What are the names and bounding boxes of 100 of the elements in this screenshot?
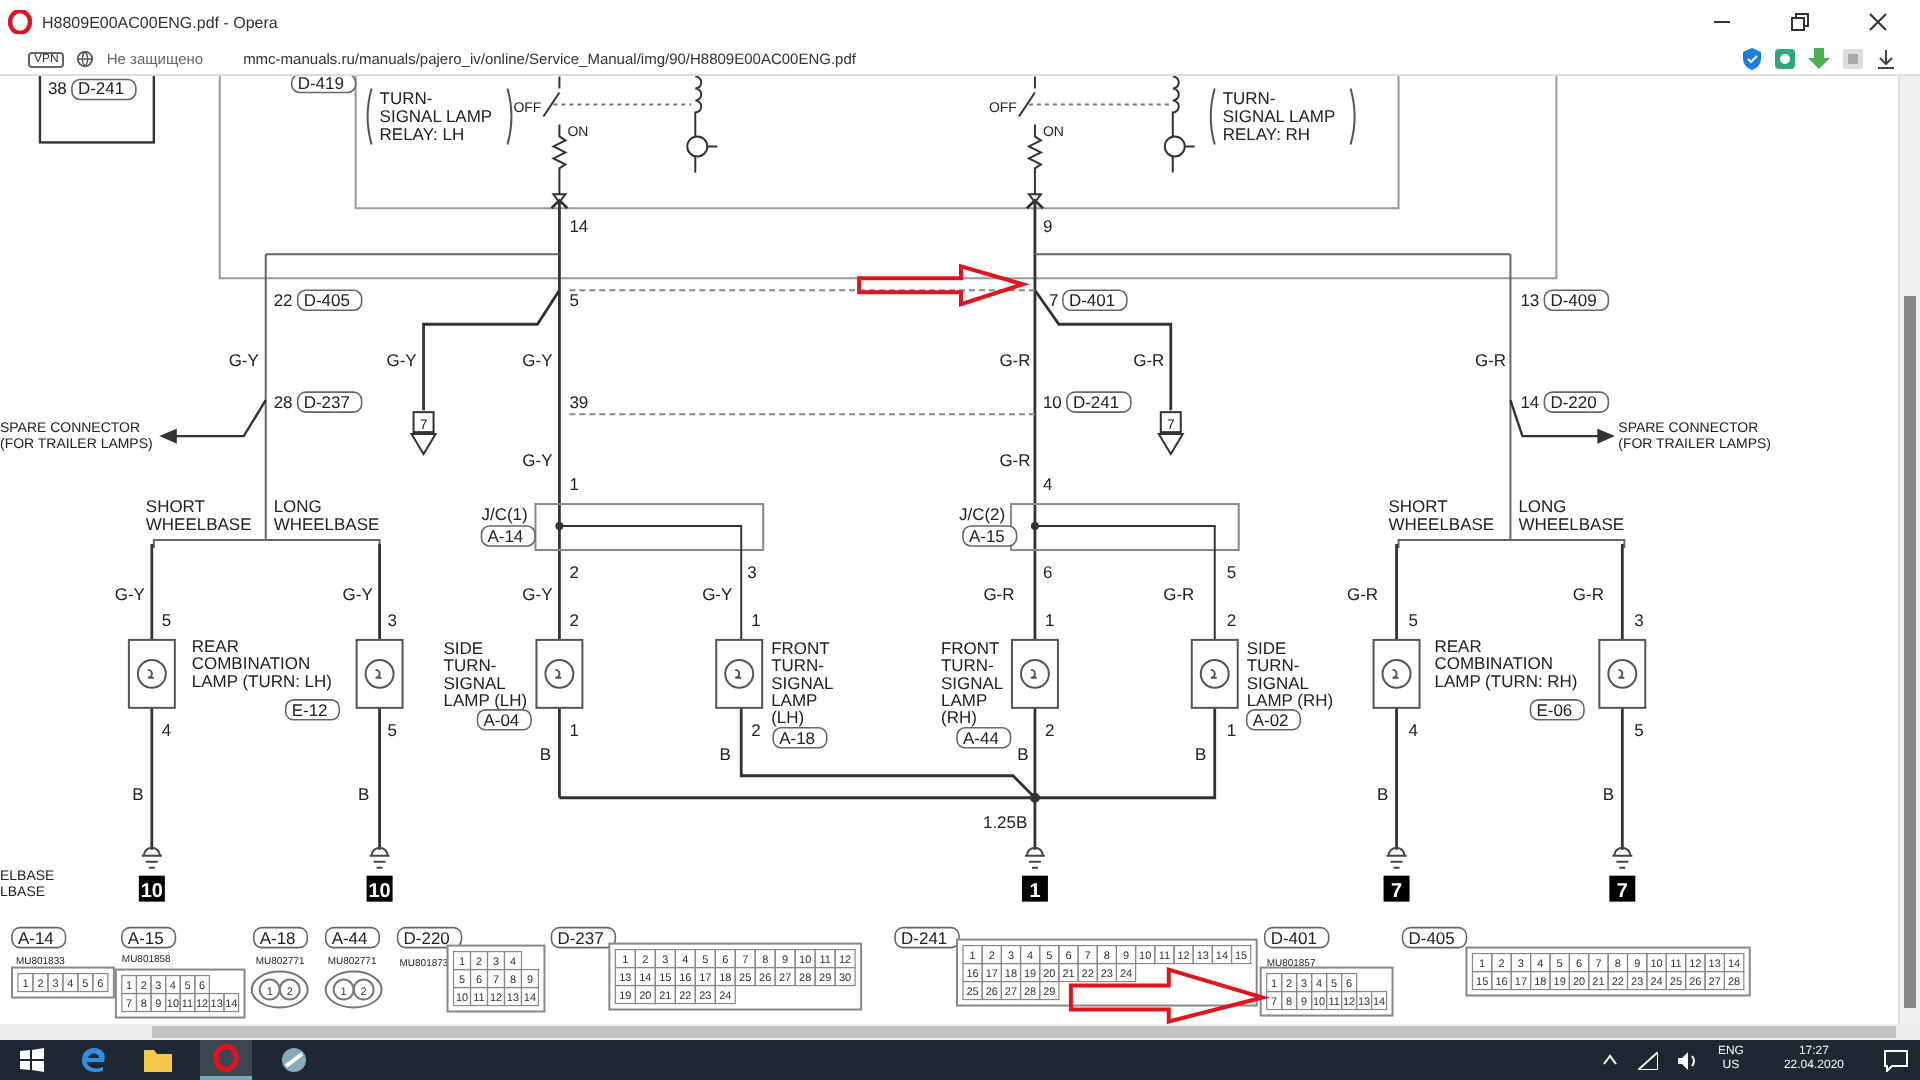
shield-icon[interactable] [1742, 48, 1762, 70]
wire-color-label: G-Y [522, 450, 553, 471]
pin-number: 2 [1226, 609, 1237, 630]
pin-number: 2 [751, 719, 761, 740]
lamp-icon [535, 638, 584, 709]
pin-number: 22 [273, 290, 293, 311]
wire-color-label: G-R [1347, 583, 1379, 604]
pin-number: 1 [569, 719, 579, 740]
ground-number: 7 [1383, 875, 1410, 903]
wire-color-label: B [1017, 743, 1029, 764]
connector-tag: D-409 [1543, 289, 1610, 312]
pin-number: 5 [1226, 561, 1237, 582]
wire-color-label: G-Y [522, 350, 553, 371]
wire-color-label: G-R [1133, 350, 1165, 371]
chevron-up-icon[interactable] [1601, 1054, 1618, 1066]
pin-number: 14 [1520, 392, 1540, 413]
connector-tag: A-44 [324, 926, 380, 949]
wheelbase-label: SHORT WHEELBASE [145, 496, 252, 534]
pin-number: 28 [273, 392, 293, 413]
scrollbar-thumb[interactable] [1904, 296, 1916, 1008]
junction-label: J/C(1) [481, 504, 528, 525]
relay-label: TURN- SIGNAL LAMP RELAY: RH [1222, 88, 1336, 145]
notification-icon[interactable] [1884, 1049, 1908, 1071]
connector-tag: E-12 [284, 699, 341, 721]
pin-number: 10 [1042, 392, 1062, 413]
connector-tag: D-220 [1543, 391, 1610, 413]
extension-icon[interactable] [1774, 48, 1796, 70]
connector-tag: E-06 [1529, 699, 1585, 721]
lamp-icon [1372, 638, 1421, 709]
lamp-icon [1598, 638, 1647, 709]
component-label: REAR COMBINATION LAMP (TURN: RH) [1434, 635, 1578, 691]
wire-size-label: 1.25B [983, 811, 1028, 832]
pin-number: 4 [161, 719, 172, 740]
wire-color-label: B [1376, 783, 1389, 804]
scrollbar-thumb[interactable] [152, 1026, 1896, 1038]
pin-number: 5 [387, 719, 398, 740]
connector-tag: A-14 [480, 525, 536, 547]
pin-number: 3 [387, 609, 398, 630]
connector-tag: D-401 [1062, 289, 1128, 312]
wire-color-label: G-Y [228, 350, 259, 371]
connector-tag: A-02 [1245, 709, 1302, 731]
pin-number: 4 [1042, 474, 1053, 495]
relay-label: TURN- SIGNAL LAMP RELAY: LH [379, 88, 493, 145]
wire-color-label: G-R [983, 583, 1015, 604]
lamp-icon [715, 638, 764, 709]
pin-number: 4 [1408, 719, 1418, 740]
junction-label: J/C(2) [959, 504, 1006, 525]
ground-icon [140, 846, 163, 869]
connector-tag: D-419 [290, 76, 357, 94]
pin-number: 2 [569, 609, 579, 630]
pin-number: 1 [1226, 719, 1237, 740]
pin-number: 3 [747, 561, 757, 582]
folder-icon[interactable] [144, 1048, 172, 1072]
download-arrow-icon[interactable] [1808, 48, 1830, 70]
connector-tag: D-241 [71, 78, 137, 101]
window-title: H8809E00AC00ENG.pdf - Opera [42, 13, 278, 31]
download-icon[interactable] [1876, 49, 1896, 69]
ground-number: 10 [366, 875, 393, 903]
connector-tag: A-44 [956, 727, 1012, 749]
ground-number: 1 [1021, 875, 1048, 903]
component-label: FRONT TURN- SIGNAL LAMP (RH) [941, 637, 1004, 728]
wire-color-label: G-Y [386, 350, 417, 371]
vertical-scrollbar[interactable] [1898, 76, 1920, 1024]
horizontal-scrollbar[interactable] [0, 1024, 1920, 1040]
connector-tag: D-220 [396, 926, 463, 949]
pin-number: 2 [1044, 719, 1055, 740]
connector-tag: D-237 [550, 926, 617, 949]
windows-start-icon[interactable] [20, 1048, 44, 1072]
pin-number: 38 [47, 78, 67, 99]
browser-taskbar-button[interactable] [200, 1040, 252, 1080]
lamp-icon [1190, 638, 1239, 709]
volume-icon[interactable] [1677, 1051, 1698, 1069]
pin-number: 3 [1634, 609, 1644, 630]
globe-icon [76, 50, 95, 68]
ground-icon [1385, 846, 1408, 869]
ground-icon [368, 846, 391, 869]
ground-icon [1611, 846, 1634, 869]
connector-tag: D-405 [296, 289, 363, 312]
browser-e-icon[interactable] [80, 1046, 108, 1074]
wire-color-label: G-R [999, 350, 1031, 371]
component-label: FRONT TURN- SIGNAL LAMP (LH) [771, 637, 834, 728]
connector-tag: A-15 [121, 926, 177, 949]
pin-number: 5 [161, 609, 172, 630]
pin-number: 5 [1408, 609, 1418, 630]
restore-icon[interactable] [1790, 12, 1810, 32]
close-icon[interactable] [1868, 12, 1888, 32]
wheelbase-label: SHORT WHEELBASE [1388, 496, 1495, 534]
connector-tag: D-405 [1401, 926, 1468, 949]
network-icon[interactable] [1637, 1051, 1658, 1069]
connector-tag: A-04 [476, 709, 532, 731]
lamp-icon [1010, 638, 1059, 709]
ground-number: 7 [1609, 875, 1636, 903]
app-icon[interactable] [280, 1046, 308, 1074]
pin-number: 14 [569, 216, 589, 237]
pin-number: 5 [1634, 719, 1644, 740]
connector-tag: D-241 [894, 926, 960, 949]
connector-tag: A-18 [772, 727, 828, 749]
connector-tag: A-15 [962, 525, 1018, 547]
pin-number: 1 [569, 474, 579, 495]
component-label: SIDE TURN- SIGNAL LAMP (LH) [443, 637, 528, 711]
